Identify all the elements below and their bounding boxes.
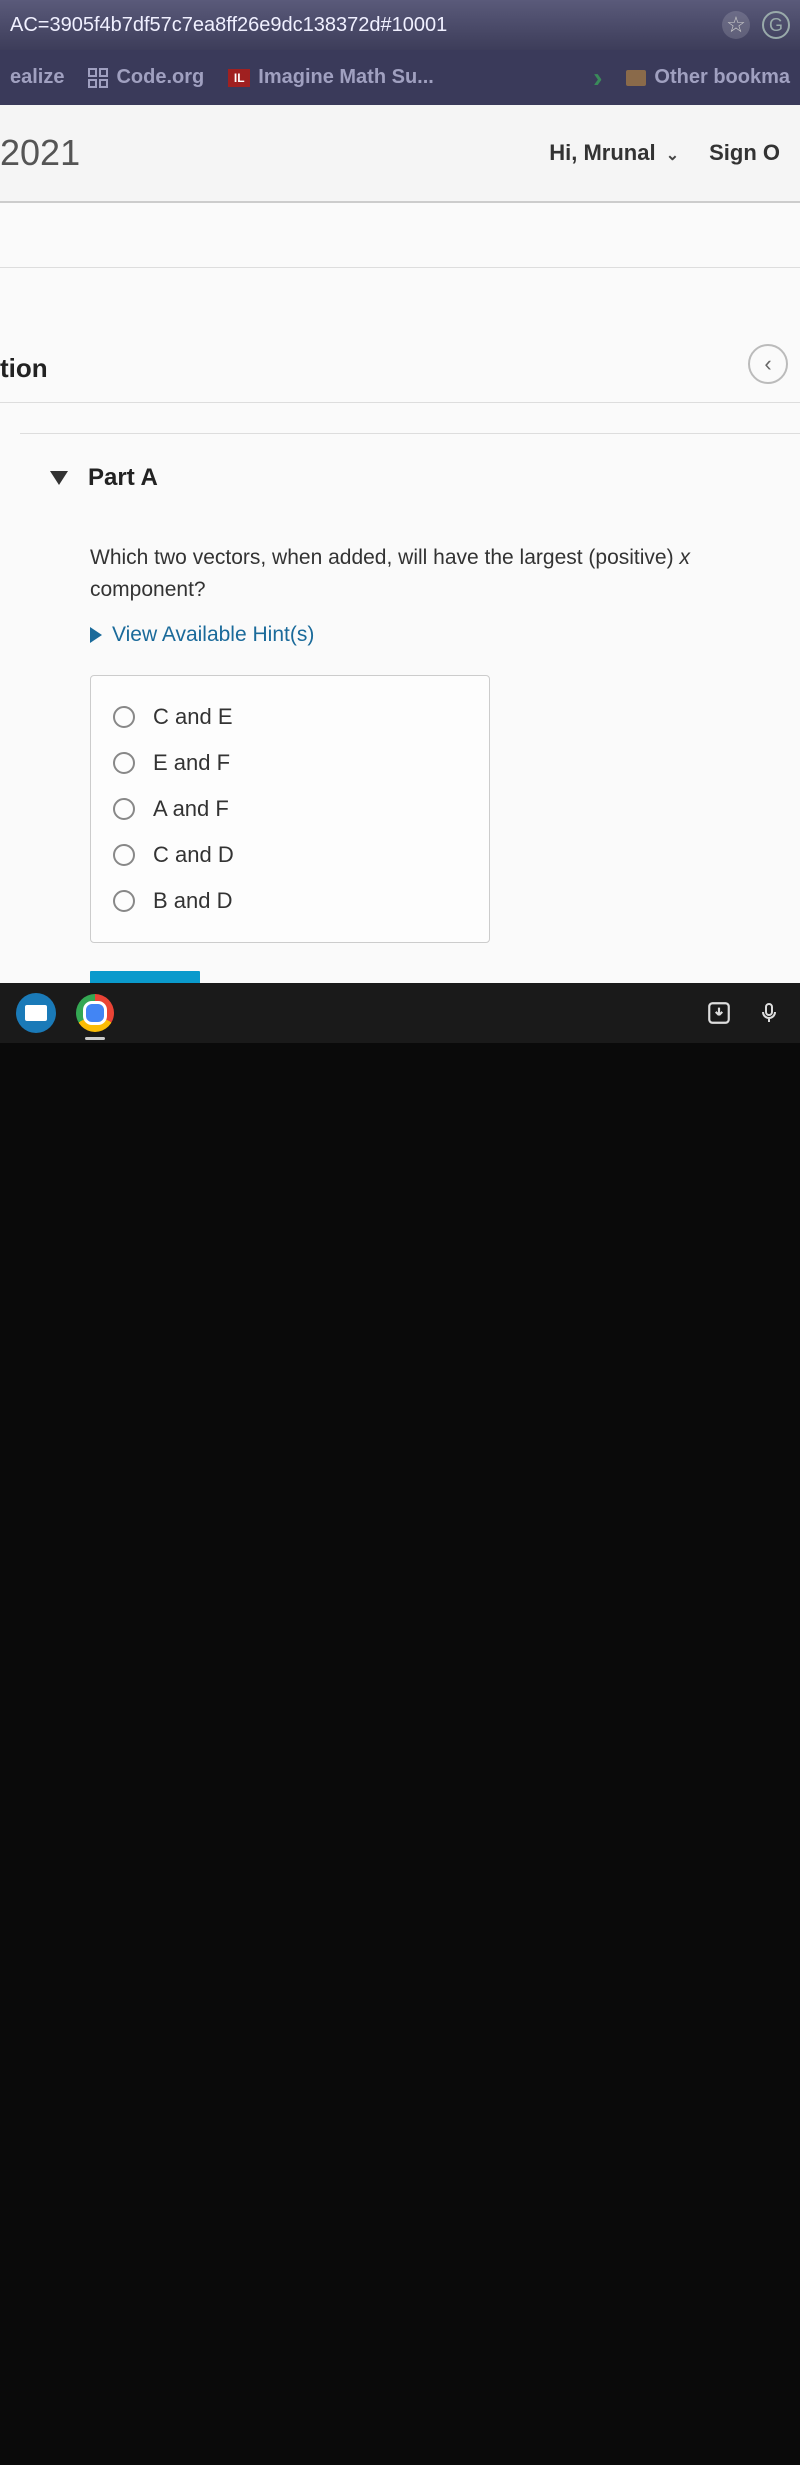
- section-header: tion ‹: [0, 268, 800, 403]
- option-c-and-e[interactable]: C and E: [113, 694, 467, 740]
- other-bookmarks-label: Other bookma: [654, 66, 790, 89]
- collapse-icon: [50, 471, 68, 485]
- radio-icon: [113, 706, 135, 728]
- question-block: Which two vectors, when added, will have…: [20, 542, 800, 1018]
- spacer: [0, 203, 800, 268]
- hints-label: View Available Hint(s): [112, 623, 314, 647]
- bookmark-codeorg[interactable]: Code.org: [88, 66, 204, 89]
- part-header[interactable]: Part A: [20, 464, 800, 492]
- bookmarks-more-icon[interactable]: ›: [593, 62, 602, 94]
- bookmark-imagine-math[interactable]: IL Imagine Math Su...: [228, 66, 434, 89]
- option-label: A and F: [153, 796, 229, 822]
- bookmark-realize-label: ealize: [10, 66, 64, 89]
- question-suffix: component?: [90, 578, 206, 601]
- radio-icon: [113, 798, 135, 820]
- view-hints-button[interactable]: View Available Hint(s): [90, 623, 770, 647]
- grid-icon: [88, 68, 108, 88]
- question-prefix: Which two vectors, when added, will have…: [90, 546, 679, 569]
- taskbar: [0, 983, 800, 1043]
- il-icon: IL: [228, 69, 250, 87]
- content-area: Part A Which two vectors, when added, wi…: [0, 403, 800, 983]
- option-e-and-f[interactable]: E and F: [113, 740, 467, 786]
- files-inner-icon: [25, 1005, 47, 1021]
- user-greeting[interactable]: Hi, Mrunal ⌄: [549, 140, 679, 166]
- question-text: Which two vectors, when added, will have…: [90, 542, 770, 605]
- option-label: B and D: [153, 888, 233, 914]
- chevron-down-icon: ⌄: [666, 147, 679, 164]
- nav-prev-button[interactable]: ‹: [748, 344, 788, 384]
- bookmark-star-icon[interactable]: ☆: [722, 11, 750, 39]
- active-indicator: [85, 1037, 105, 1040]
- option-c-and-d[interactable]: C and D: [113, 832, 467, 878]
- bookmarks-bar: ealize Code.org IL Imagine Math Su... › …: [0, 50, 800, 105]
- desk-area: [0, 1043, 800, 2465]
- radio-icon: [113, 752, 135, 774]
- download-tray-icon[interactable]: [704, 998, 734, 1028]
- bookmark-realize[interactable]: ealize: [10, 66, 64, 89]
- question-variable: x: [679, 546, 690, 569]
- url-text: AC=3905f4b7df57c7ea8ff26e9dc138372d#1000…: [10, 14, 712, 37]
- bookmark-imagine-math-label: Imagine Math Su...: [258, 66, 434, 89]
- course-year: 2021: [0, 132, 80, 174]
- part-label: Part A: [88, 464, 158, 492]
- microphone-tray-icon[interactable]: [754, 998, 784, 1028]
- section-label: tion: [0, 353, 48, 384]
- option-a-and-f[interactable]: A and F: [113, 786, 467, 832]
- bookmark-codeorg-label: Code.org: [116, 66, 204, 89]
- answer-options: C and E E and F A and F C and D B and D: [90, 675, 490, 943]
- other-bookmarks[interactable]: Other bookma: [626, 66, 790, 89]
- greeting-text: Hi, Mrunal: [549, 140, 655, 165]
- radio-icon: [113, 844, 135, 866]
- radio-icon: [113, 890, 135, 912]
- expand-icon: [90, 627, 102, 643]
- folder-icon: [626, 70, 646, 86]
- sign-out-link[interactable]: Sign O: [709, 140, 780, 166]
- page-header: 2021 Hi, Mrunal ⌄ Sign O: [0, 105, 800, 203]
- chrome-app-icon[interactable]: [76, 994, 114, 1032]
- profile-icon[interactable]: G: [762, 11, 790, 39]
- option-label: E and F: [153, 750, 230, 776]
- option-label: C and E: [153, 704, 233, 730]
- option-b-and-d[interactable]: B and D: [113, 878, 467, 924]
- option-label: C and D: [153, 842, 234, 868]
- files-app-icon[interactable]: [16, 993, 56, 1033]
- browser-url-bar: AC=3905f4b7df57c7ea8ff26e9dc138372d#1000…: [0, 0, 800, 50]
- chevron-left-icon: ‹: [764, 351, 771, 377]
